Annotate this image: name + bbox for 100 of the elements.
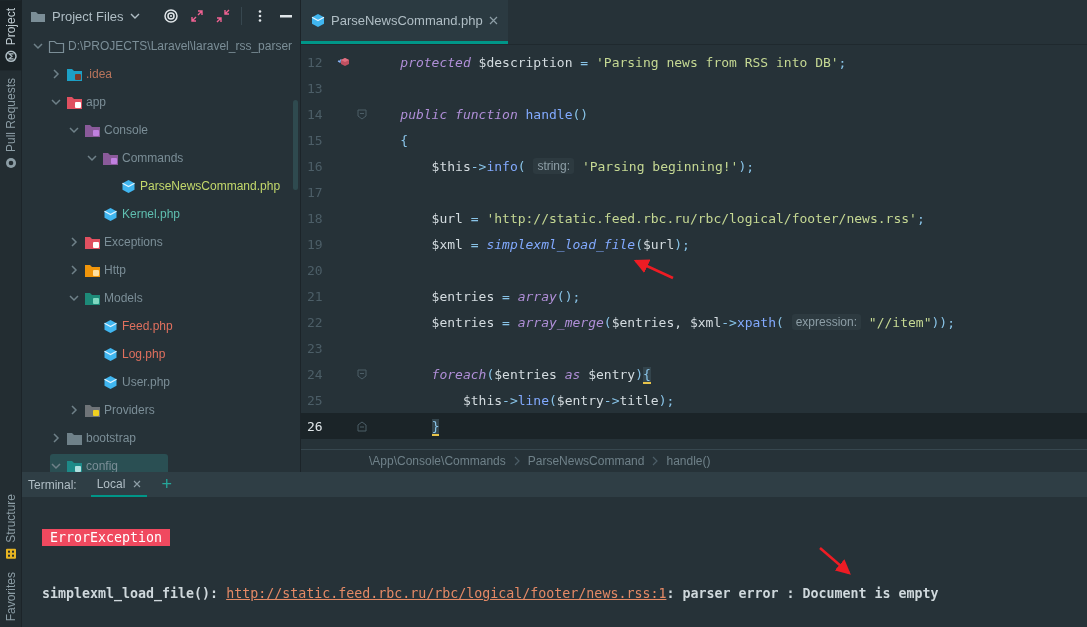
chevron-right-icon xyxy=(652,456,659,466)
tree-item[interactable]: Commands xyxy=(86,146,234,170)
tree-item-label: User.php xyxy=(122,375,171,389)
breadcrumb[interactable]: \App\Console\Commands xyxy=(369,454,506,468)
tree-item-label: Commands xyxy=(122,151,184,165)
tree-item-label: app xyxy=(86,95,107,109)
tree-item-label: Log.php xyxy=(122,347,166,361)
structure-icon xyxy=(5,547,17,560)
close-icon xyxy=(133,479,142,488)
code-text: { xyxy=(399,132,409,148)
chevron-down-icon xyxy=(68,124,80,136)
panel-title[interactable]: Project Files xyxy=(52,8,124,24)
folder-icon xyxy=(66,458,83,472)
tree-item[interactable]: app xyxy=(50,90,157,114)
chevron-right-icon xyxy=(50,432,62,444)
code-text: $entries = array(); xyxy=(430,288,581,304)
tree-item-label: Models xyxy=(104,291,143,305)
tree-item-label: Console xyxy=(104,123,149,137)
chevron-down-icon xyxy=(86,152,98,164)
tree-item[interactable]: Console xyxy=(68,118,199,142)
tree-item[interactable]: Kernel.php xyxy=(86,202,231,226)
php-file-icon xyxy=(102,318,119,334)
folder-icon xyxy=(48,38,65,54)
side-tab[interactable]: Structure xyxy=(0,487,22,566)
fold-icon xyxy=(357,368,367,380)
tree-item-label: D:\PROJECTS\Laravel\laravel_rss_parser xyxy=(68,39,293,53)
folder-icon xyxy=(84,402,101,418)
side-tab[interactable]: Favorites xyxy=(0,565,22,627)
chevron-down-icon xyxy=(50,460,62,472)
caret-icon xyxy=(129,12,140,20)
collapse-icon[interactable] xyxy=(215,8,231,24)
code-text: $this->info( xyxy=(430,158,527,174)
folder-icon xyxy=(102,150,119,166)
folder-icon xyxy=(84,122,101,138)
tree-item[interactable]: .idea xyxy=(50,62,163,86)
expand-icon[interactable] xyxy=(189,8,205,24)
side-tab[interactable]: Pull Requests xyxy=(0,70,22,178)
override-icon xyxy=(337,56,350,68)
tree-item[interactable]: User.php xyxy=(86,370,221,394)
arrow-annotation xyxy=(633,259,674,280)
tree-item[interactable]: Models xyxy=(68,286,193,310)
breadcrumb[interactable]: ParseNewsCommand xyxy=(527,454,645,468)
tree-item[interactable]: config xyxy=(50,454,169,472)
folder-icon xyxy=(84,234,101,250)
php-file-icon xyxy=(102,206,119,222)
scrollbar[interactable] xyxy=(293,100,298,190)
code-text: } xyxy=(430,418,440,434)
php-file-icon xyxy=(120,178,137,194)
chevron-right-icon xyxy=(513,456,520,466)
tree-item[interactable]: D:\PROJECTS\Laravel\laravel_rss_parser xyxy=(32,34,300,58)
url-link[interactable]: http://static.feed.rbc.ru/rbc/logical/footer/news.rss:1 xyxy=(226,586,667,601)
tree-item[interactable]: Feed.php xyxy=(86,314,223,338)
php-file-icon xyxy=(311,13,325,28)
line-number: 26 xyxy=(306,418,324,434)
tree-item-label: .idea xyxy=(86,67,113,81)
chevron-down-icon xyxy=(32,40,44,52)
tree-item[interactable]: Exceptions xyxy=(68,230,213,254)
tree-item-label: Kernel.php xyxy=(122,207,181,221)
tree-item-label: bootstrap xyxy=(86,431,137,445)
fold-icon xyxy=(357,108,367,120)
folder-icon xyxy=(84,290,101,306)
tree-item[interactable]: Providers xyxy=(68,398,205,422)
code-text: "//item")); xyxy=(867,314,955,330)
parameter-hint: expression: xyxy=(791,314,862,330)
code-text: public function handle() xyxy=(399,106,589,122)
breadcrumb[interactable]: handle() xyxy=(666,454,711,468)
side-tab[interactable]: Project xyxy=(0,0,22,71)
arrow-annotation xyxy=(819,547,851,575)
error-message: simplexml_load_file(): http://static.feed.rbc.ru/rbc/logical/footer/news.rss:1: parser error : Document is empty xyxy=(42,586,940,601)
code-text: $this->line($entry->title); xyxy=(461,392,675,408)
editor-tab[interactable]: ParseNewsCommand.php xyxy=(301,0,508,44)
tree-item[interactable]: Log.php xyxy=(86,342,216,366)
chevron-down-icon xyxy=(50,96,62,108)
chevron-right-icon xyxy=(68,236,80,248)
add-tab-button[interactable]: + xyxy=(161,474,172,495)
tree-item-label: Feed.php xyxy=(122,319,173,333)
folder-icon xyxy=(84,262,101,278)
code-text: $entries = array_merge($entries, $xml->xpath( xyxy=(430,314,785,330)
terminal-tab[interactable]: Local xyxy=(90,472,148,497)
code-text: $xml = simplexml_load_file($url); xyxy=(430,236,690,252)
chevron-right-icon xyxy=(50,68,62,80)
close-icon xyxy=(488,16,498,25)
php-file-icon xyxy=(102,374,119,390)
tree-item-label: Providers xyxy=(104,403,155,417)
parameter-hint: string: xyxy=(533,158,575,174)
error-badge: ErrorException xyxy=(42,529,171,546)
tree-item-label: Http xyxy=(104,263,126,277)
tree-item[interactable]: Http xyxy=(68,258,176,282)
code-text: 'Parsing beginning!'); xyxy=(580,158,755,174)
tree-item[interactable]: bootstrap xyxy=(50,426,187,450)
php-file-icon xyxy=(102,346,119,362)
panel-label: Terminal: xyxy=(28,477,77,492)
tree-item[interactable]: ParseNewsCommand.php xyxy=(104,174,300,198)
folder-icon xyxy=(66,94,83,110)
code-text: foreach($entries as $entry){ xyxy=(430,366,651,382)
tree-item-label: config xyxy=(86,459,119,472)
tree-item-label: ParseNewsCommand.php xyxy=(140,179,281,193)
target-icon[interactable] xyxy=(163,8,179,24)
chevron-right-icon xyxy=(68,404,80,416)
ring-icon xyxy=(5,157,17,170)
